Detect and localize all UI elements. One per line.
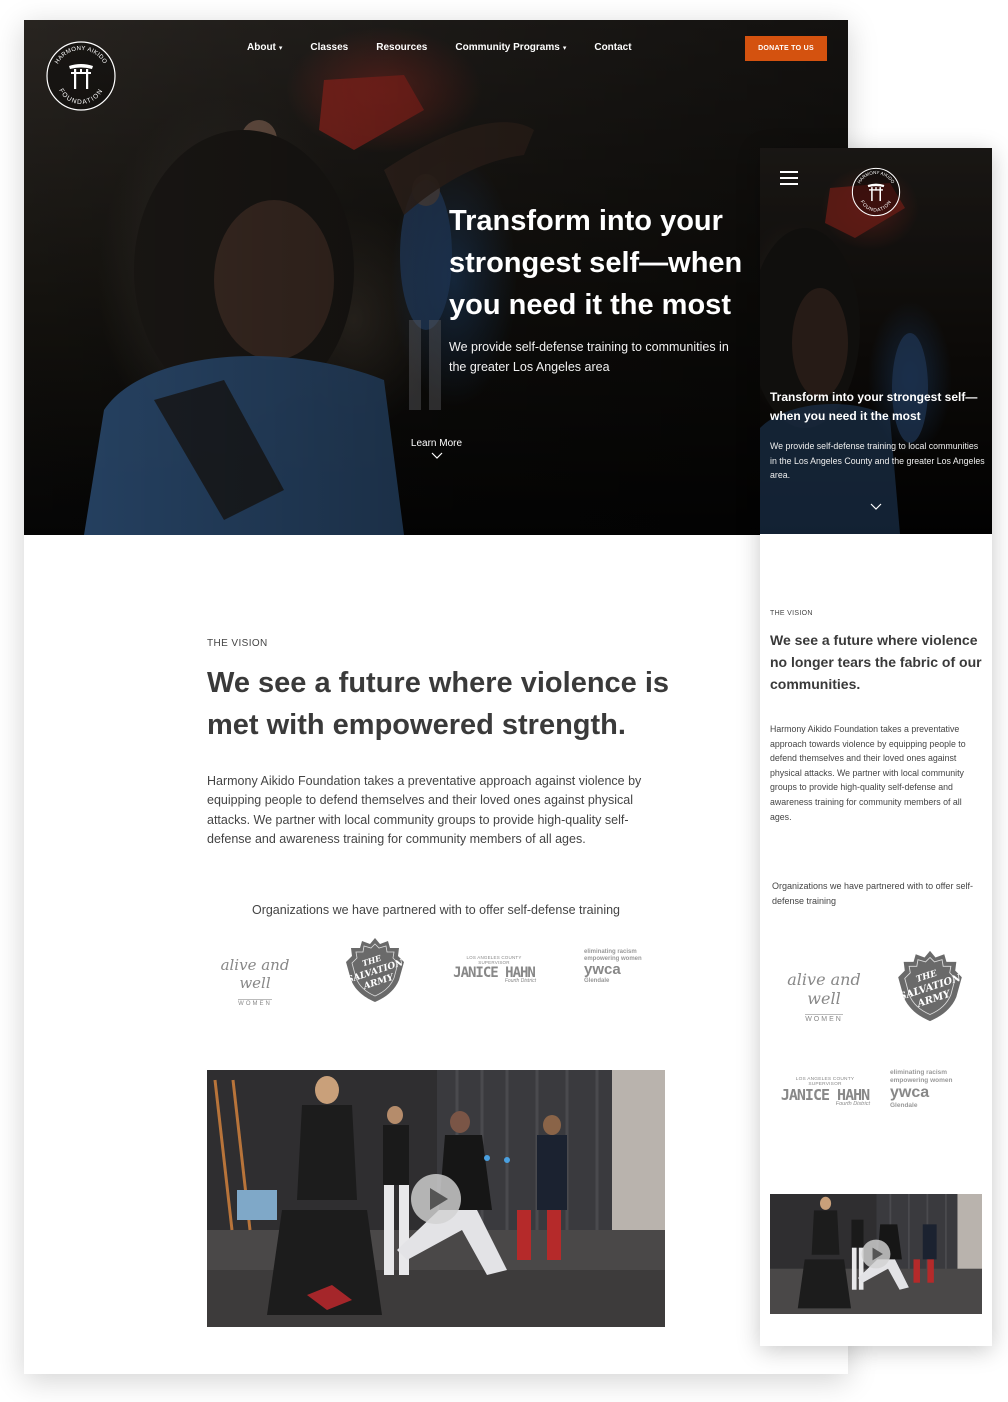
alive-and-well-logo: alive and well WOMEN [220,956,290,1007]
hamburger-menu-icon[interactable] [780,171,798,185]
vision-body: Harmony Aikido Foundation takes a preven… [207,774,642,846]
mobile-partners-label: Organizations we have partnered with to … [772,881,973,906]
salvation-army-logo: THE SALVATION ARMY [346,938,405,1002]
learn-more-link[interactable]: Learn More [404,438,469,459]
janice-hahn-logo: LOS ANGELES COUNTY SUPERVISOR JANICE HAH… [453,955,536,984]
mobile-salvation-army-logo: THE SALVATION ARMY [898,950,963,1022]
hero-title: Transform into your strongest self—when … [449,205,743,321]
mobile-alive-and-well-logo: alive and well WOMEN [787,970,861,1023]
mobile-hero-title: Transform into your strongest self—when … [770,390,978,423]
partners-label: Organizations we have partnered with to … [251,903,621,917]
nav-about[interactable]: About ▾ [247,42,282,53]
harmony-aikido-logo[interactable]: HARMONY AIKIDO FOUNDATION [45,40,117,112]
mobile-janice-hahn-logo: LOS ANGELES COUNTY SUPERVISOR JANICE HAH… [780,1077,870,1107]
mobile-vision-body: Harmony Aikido Foundation takes a preven… [770,724,966,822]
chevron-down-icon[interactable] [870,503,882,510]
vision-heading: We see a future where violence is met wi… [207,667,670,741]
nav-contact[interactable]: Contact [594,42,631,53]
mobile-mockup: HARMONY AIKIDO FOUNDATION Transform into… [760,148,992,1346]
nav-community-programs[interactable]: Community Programs ▾ [455,42,566,53]
chevron-down-icon [431,452,442,459]
nav-resources[interactable]: Resources [376,42,427,53]
hero-section: HARMONY AIKIDO FOUNDATION About ▾ Classes… [24,20,848,535]
mobile-hero-section: HARMONY AIKIDO FOUNDATION Transform into… [760,148,992,534]
ywca-logo: eliminating racism empowering women ywca… [584,949,642,984]
caret-down-icon: ▾ [562,44,567,52]
caret-down-icon: ▾ [278,44,283,52]
mobile-ywca-logo: eliminating racism empowering women ywca… [890,1069,953,1109]
mobile-video-player[interactable] [770,1194,982,1314]
nav-classes[interactable]: Classes [310,42,348,53]
video-player[interactable] [207,1070,665,1327]
play-icon[interactable] [861,1239,891,1269]
hero-subtitle: We provide self-defense training to comm… [449,340,729,374]
mobile-hero-subtitle: We provide self-defense training to loca… [770,441,985,480]
vision-eyebrow: THE VISION [207,638,268,649]
mobile-vision-eyebrow: THE VISION [770,610,813,617]
donate-button[interactable]: DONATE TO US [745,36,827,61]
desktop-mockup: HARMONY AIKIDO FOUNDATION About ▾ Classes… [24,20,848,1374]
mobile-vision-heading: We see a future where violence no longer… [770,632,982,692]
mobile-harmony-aikido-logo[interactable]: HARMONY AIKIDO FOUNDATION [851,167,901,217]
main-nav: About ▾ Classes Resources Community Progr… [247,42,660,53]
play-icon[interactable] [410,1173,462,1225]
